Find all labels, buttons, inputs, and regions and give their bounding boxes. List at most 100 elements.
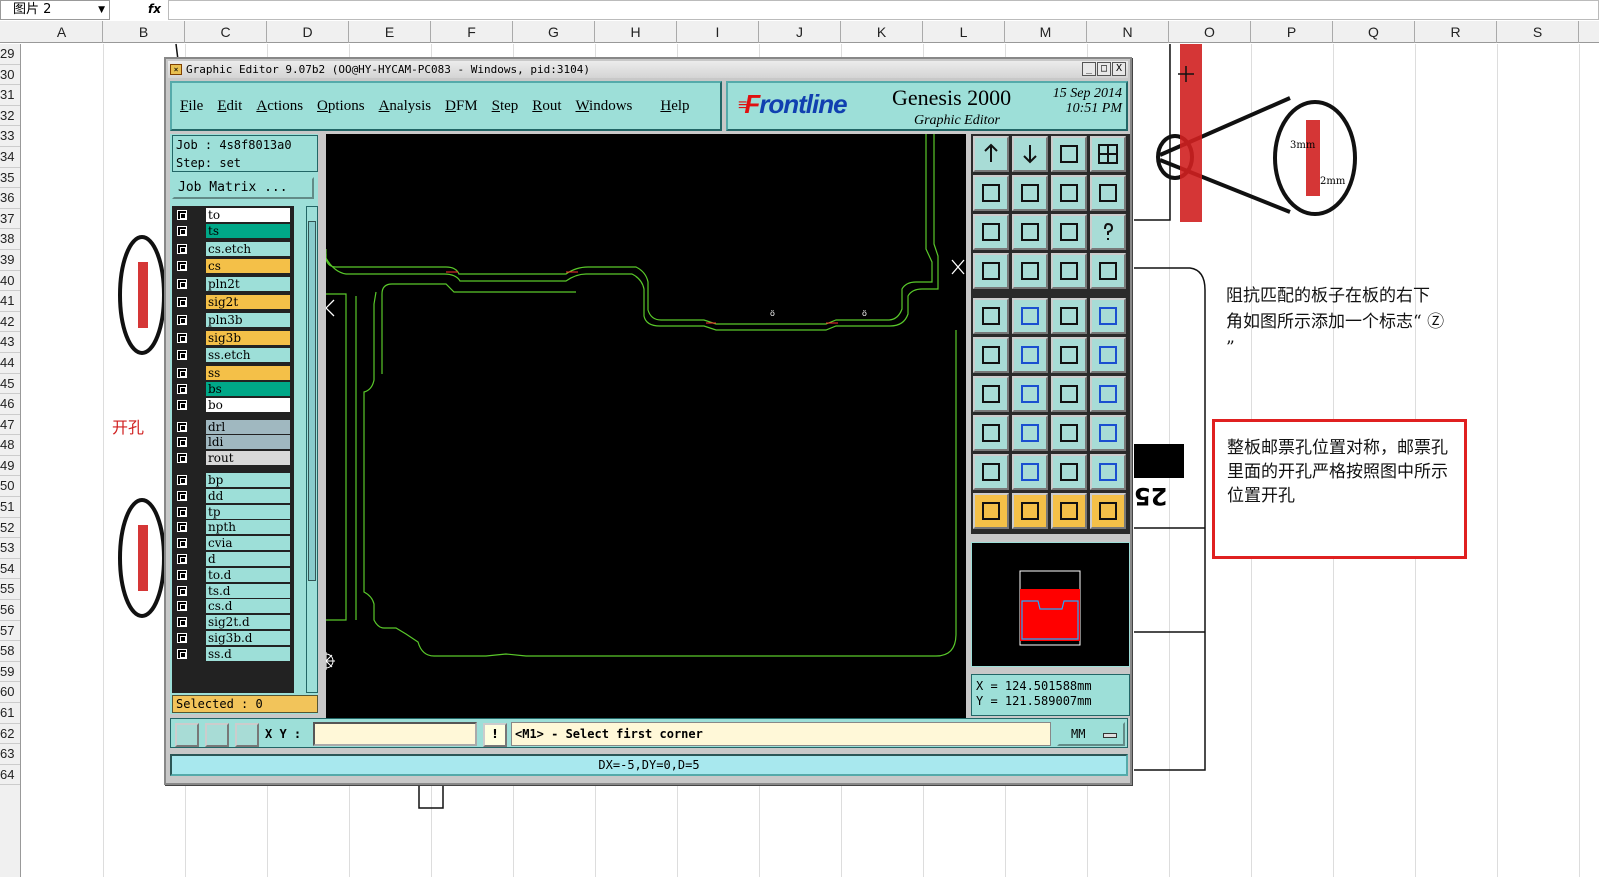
layer-checkbox[interactable]	[177, 522, 187, 533]
menu-step[interactable]: Step	[492, 98, 519, 115]
column-header[interactable]: D	[267, 21, 349, 43]
row-header[interactable]: 29	[0, 44, 20, 65]
xy-input[interactable]	[313, 722, 477, 746]
layer-name[interactable]: bo	[206, 397, 290, 412]
layer-name[interactable]: ldi	[206, 435, 290, 450]
layer-row[interactable]: ss.etch	[172, 348, 294, 363]
layer-row[interactable]: tp	[172, 504, 294, 519]
layer-row[interactable]: ldi	[172, 435, 294, 450]
layer-name[interactable]: cs.etch	[206, 241, 290, 256]
layer-checkbox[interactable]	[177, 554, 187, 564]
row-header[interactable]: 38	[0, 229, 20, 250]
job-matrix-button[interactable]: Job Matrix ...	[172, 177, 314, 199]
layer-checkbox[interactable]	[177, 297, 187, 307]
layer-name[interactable]: ss	[206, 366, 290, 381]
layer-name[interactable]: bp	[206, 473, 290, 487]
select4-icon[interactable]	[1090, 493, 1126, 529]
layer-row[interactable]: bs	[172, 382, 294, 396]
minimize-button[interactable]: _	[1082, 62, 1096, 76]
row-header[interactable]: 39	[0, 250, 20, 271]
layer-checkbox[interactable]	[177, 569, 187, 580]
layer-checkbox[interactable]	[177, 506, 187, 517]
layer-checkbox[interactable]	[177, 453, 187, 464]
column-header[interactable]: K	[841, 21, 923, 43]
layer-checkbox[interactable]	[177, 601, 187, 612]
column-header[interactable]: B	[103, 21, 185, 43]
units-select[interactable]: MM	[1057, 722, 1125, 746]
formula-bar[interactable]	[168, 0, 1599, 20]
tri-b-icon[interactable]	[1090, 454, 1126, 490]
layer-row[interactable]: ss	[172, 366, 294, 381]
row-header[interactable]: 51	[0, 497, 20, 518]
layer-name[interactable]: cs	[206, 259, 290, 274]
warning-button[interactable]: !	[483, 723, 507, 747]
layer-name[interactable]: rout	[206, 451, 290, 466]
layer-scrollbar[interactable]	[306, 206, 318, 693]
row-header[interactable]: 45	[0, 374, 20, 395]
help-icon[interactable]	[1090, 214, 1126, 250]
column-header[interactable]: Q	[1333, 21, 1415, 43]
undo-icon[interactable]	[1051, 175, 1087, 211]
layer-row[interactable]: ts.d	[172, 583, 294, 598]
layer-checkbox[interactable]	[177, 421, 187, 432]
row-header[interactable]: 60	[0, 682, 20, 703]
menu-dfm[interactable]: DFM	[445, 98, 478, 115]
menu-rout[interactable]: Rout	[532, 98, 561, 115]
layer-row[interactable]: npth	[172, 520, 294, 535]
column-header[interactable]: A	[21, 21, 103, 43]
up-icon[interactable]	[973, 136, 1009, 172]
row-header[interactable]: 32	[0, 106, 20, 127]
right-arrow-icon[interactable]	[1012, 175, 1048, 211]
column-header[interactable]: M	[1005, 21, 1087, 43]
row-header[interactable]: 63	[0, 744, 20, 765]
minus-icon[interactable]	[1012, 415, 1048, 451]
menu-edit[interactable]: Edit	[217, 98, 242, 115]
snap-angle-icon[interactable]	[205, 723, 229, 747]
line-nodes-icon[interactable]	[973, 337, 1009, 373]
graphics-canvas[interactable]: öö	[317, 134, 966, 719]
row-header[interactable]: 52	[0, 518, 20, 539]
column-header[interactable]: G	[513, 21, 595, 43]
measure-icon[interactable]	[1051, 415, 1087, 451]
menu-analysis[interactable]: Analysis	[379, 98, 432, 115]
layer-name[interactable]: ss.etch	[206, 348, 290, 363]
layer-name[interactable]: cs.d	[206, 599, 290, 614]
row-header[interactable]: 47	[0, 415, 20, 436]
layer-checkbox[interactable]	[177, 261, 187, 272]
layer-name[interactable]: dd	[206, 488, 290, 503]
layer-name[interactable]: sig2t.d	[206, 615, 290, 630]
home-icon[interactable]	[1051, 136, 1087, 172]
layer-checkbox[interactable]	[177, 279, 187, 290]
row-header[interactable]: 44	[0, 353, 20, 374]
column-header[interactable]: L	[923, 21, 1005, 43]
layer-checkbox[interactable]	[177, 243, 187, 254]
layer-name[interactable]: pln3b	[206, 312, 290, 327]
layer-checkbox[interactable]	[177, 585, 187, 596]
layer-row[interactable]: ts	[172, 223, 294, 238]
column-header[interactable]: S	[1497, 21, 1579, 43]
row-header[interactable]: 49	[0, 456, 20, 477]
scale-1-2-icon[interactable]	[1051, 214, 1087, 250]
layer-checkbox[interactable]	[177, 538, 187, 549]
tri-arrow-icon[interactable]	[1012, 454, 1048, 490]
copy-icon[interactable]	[1090, 415, 1126, 451]
layer-checkbox[interactable]	[177, 350, 187, 361]
row-header[interactable]: 55	[0, 579, 20, 601]
layer-row[interactable]: drl	[172, 419, 294, 434]
menu-file[interactable]: File	[180, 98, 203, 115]
menu-help[interactable]: Help	[660, 98, 689, 115]
layer-checkbox[interactable]	[177, 437, 187, 448]
layer-checkbox[interactable]	[177, 617, 187, 628]
corner-icon[interactable]	[1012, 298, 1048, 334]
layer-row[interactable]: cs.etch	[172, 241, 294, 256]
row-header[interactable]: 36	[0, 188, 20, 209]
layer-name[interactable]: pln2t	[206, 277, 290, 292]
layer-checkbox[interactable]	[177, 210, 187, 220]
row-header[interactable]: 46	[0, 394, 20, 415]
column-header[interactable]: C	[185, 21, 267, 43]
row-header[interactable]: 57	[0, 621, 20, 642]
layer-checkbox[interactable]	[177, 368, 187, 379]
rotate-icon[interactable]	[1051, 376, 1087, 412]
menu-options[interactable]: Options	[317, 98, 365, 115]
row-header[interactable]: 35	[0, 168, 20, 189]
